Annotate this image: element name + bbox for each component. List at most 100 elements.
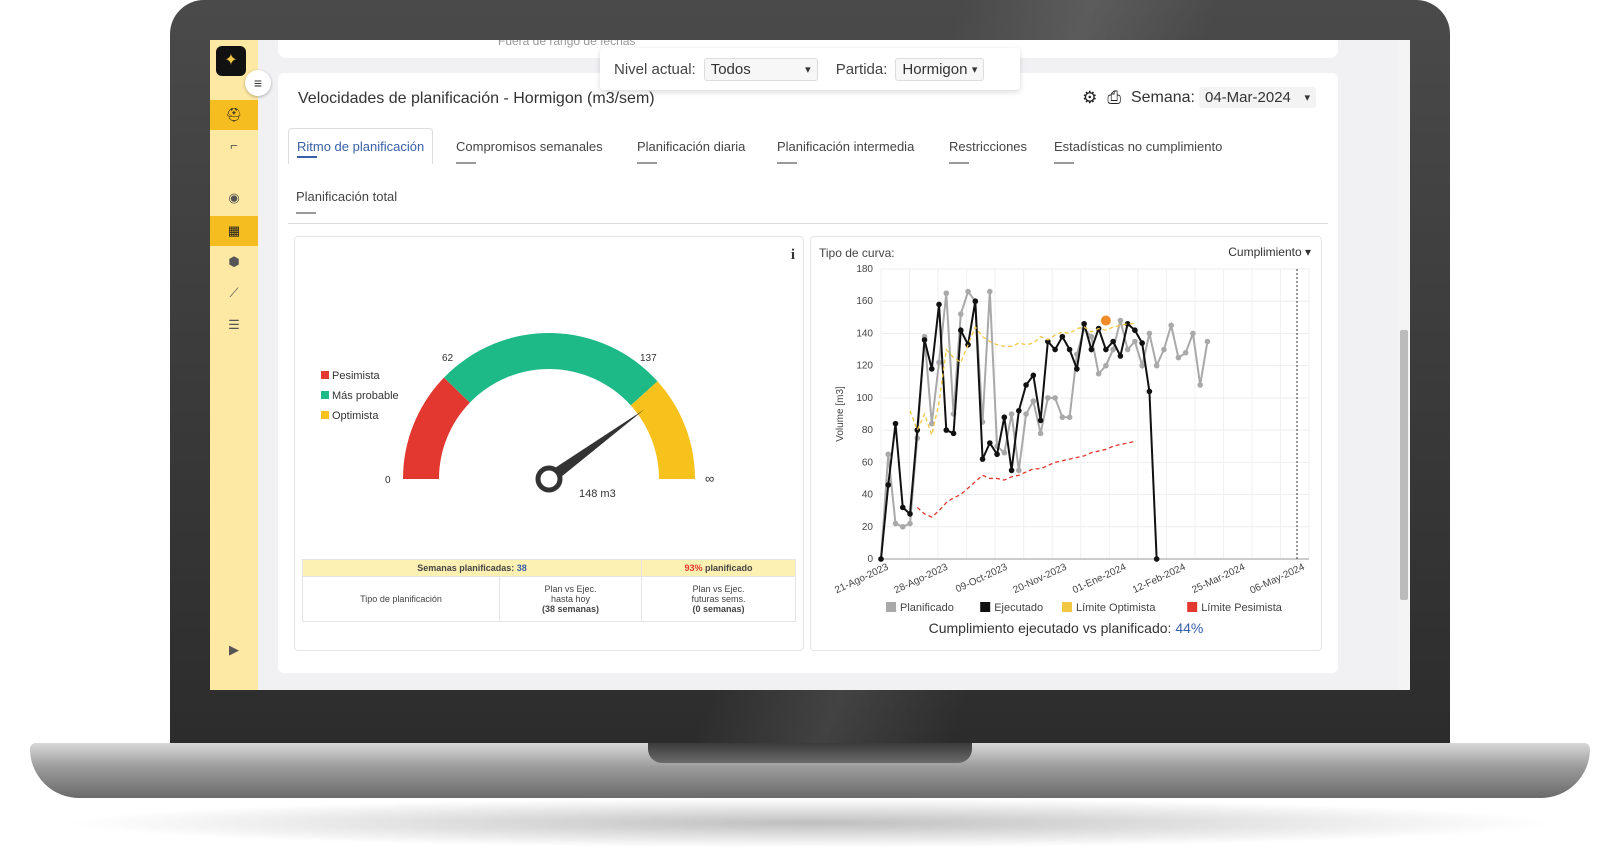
y-tick-label: 160 — [856, 296, 873, 307]
legend-label: Límite Pesimista — [1201, 602, 1283, 614]
series-point-1 — [885, 482, 892, 488]
series-point-1 — [1016, 407, 1022, 414]
gauge-tick-high: 137 — [640, 353, 657, 364]
tab-intermedia[interactable]: Planificación intermedia — [777, 139, 914, 164]
series-point-0 — [885, 451, 892, 458]
col1-cell: Plan vs Ejec. hasta hoy (38 semanas) — [499, 576, 642, 622]
filter-popover: Nivel actual: Todos ▾ Partida: Hormigon ▾ — [600, 48, 1020, 90]
col2-l1: Plan vs Ejec. — [692, 584, 745, 594]
tab-estadisticas[interactable]: Estadísticas no cumplimiento — [1054, 139, 1223, 164]
chevron-down-icon: ▾ — [805, 63, 811, 76]
gauge-tick-low: 62 — [442, 353, 454, 364]
cube-icon[interactable]: ⬢ — [210, 247, 258, 277]
series-point-0 — [1124, 346, 1131, 353]
chart-icon[interactable]: ⟋ — [210, 278, 258, 308]
series-point-1 — [1139, 340, 1145, 346]
series-point-0 — [943, 290, 950, 296]
printer-icon[interactable]: ⎙ — [1107, 88, 1121, 108]
play-icon[interactable]: ▶ — [210, 635, 258, 665]
series-point-1 — [1153, 556, 1160, 562]
series-point-0 — [1016, 467, 1022, 474]
app-logo-icon[interactable]: ✦ — [216, 46, 246, 76]
gauge-panel: i Pesimista Más probable Optimista 0 62 … — [294, 236, 804, 651]
tab-underline — [297, 156, 317, 158]
legend-swatch — [886, 602, 896, 612]
list-check-icon[interactable]: ☰ — [210, 310, 258, 340]
series-point-0 — [1008, 411, 1015, 417]
eye-icon[interactable]: ◉ — [210, 183, 258, 213]
x-tick-label: 28-Ago-2023 — [893, 562, 950, 597]
cumplimiento-label: Cumplimiento ejecutado vs planificado: — [928, 620, 1172, 636]
tab-bar: Ritmo de planificación Compromisos seman… — [288, 128, 1328, 224]
tab-diaria[interactable]: Planificación diaria — [637, 139, 746, 164]
nivel-select[interactable]: Todos ▾ — [703, 57, 818, 81]
sidebar: ✦ ⛑ ⌐ ◉ ▦ ⬢ ⟋ ☰ ▶ — [210, 40, 258, 690]
series-line-3 — [916, 440, 1136, 518]
series-point-1 — [943, 427, 950, 433]
series-point-0 — [1153, 362, 1160, 369]
chart-panel: Tipo de curva: Cumplimiento ▾ 0 20 40 60 80 1… — [810, 236, 1322, 651]
partida-select[interactable]: Hormigon ▾ — [895, 57, 985, 81]
series-point-0 — [936, 359, 942, 366]
series-point-1 — [1081, 320, 1087, 327]
row-label: Tipo de planificación — [302, 576, 500, 622]
legend-swatch — [1187, 602, 1198, 612]
tab-label: Planificación diaria — [637, 139, 746, 154]
col1-l1: Plan vs Ejec. — [544, 584, 597, 594]
tab-label: Estadísticas no cumplimiento — [1054, 139, 1223, 154]
col2-l3: (0 semanas) — [692, 604, 745, 614]
tab-label: Restricciones — [949, 139, 1028, 154]
semana-select[interactable]: 04-Mar-2024 ▾ — [1199, 87, 1316, 108]
legend-swatch — [980, 602, 991, 612]
series-point-1 — [878, 556, 884, 562]
y-tick-label: 60 — [862, 457, 874, 468]
col1-l3: (38 semanas) — [541, 604, 600, 614]
series-point-1 — [907, 511, 913, 517]
scroll-thumb[interactable] — [1400, 330, 1408, 600]
y-tick-label: 120 — [856, 361, 873, 372]
series-point-0 — [1088, 333, 1095, 340]
series-point-0 — [1190, 330, 1196, 337]
y-tick-label: 40 — [862, 490, 874, 501]
series-point-1 — [1066, 346, 1073, 353]
menu-toggle-button[interactable]: ≡ — [245, 70, 271, 96]
gauge-tick-min: 0 — [385, 475, 391, 486]
chart-footer: Cumplimiento ejecutado vs planificado: 4… — [811, 620, 1321, 636]
series-point-0 — [1066, 414, 1073, 421]
tab-ritmo[interactable]: Ritmo de planificación — [288, 128, 434, 164]
series-point-1 — [979, 456, 986, 462]
page-title: Velocidades de planificación - Hormigon … — [298, 90, 655, 107]
scrollbar[interactable] — [1398, 40, 1410, 690]
semana-value: 04-Mar-2024 — [1205, 89, 1291, 106]
legend-label: Límite Optimista — [1076, 602, 1156, 614]
gear-icon[interactable]: ⚙ — [1082, 88, 1097, 108]
paint-roller-icon[interactable]: ⌐ — [210, 130, 258, 160]
series-point-1 — [972, 298, 979, 305]
table-icon[interactable]: ▦ — [210, 216, 258, 246]
pct-value: 93% — [684, 563, 703, 573]
legend-swatch-optimista — [321, 411, 329, 419]
pct-cell: 93% planificado — [641, 559, 796, 577]
tab-compromisos[interactable]: Compromisos semanales — [456, 139, 603, 164]
col1-l2: hasta hoy — [550, 594, 591, 604]
col2-l2: futuras sems. — [691, 594, 746, 604]
semanas-value: 38 — [516, 563, 527, 573]
series-point-0 — [892, 520, 899, 527]
nivel-value: Todos — [710, 60, 751, 78]
series-point-1 — [1059, 333, 1066, 340]
series-point-1 — [987, 440, 993, 446]
series-point-1 — [994, 451, 1000, 458]
series-point-0 — [1168, 322, 1174, 329]
series-point-0 — [1103, 362, 1109, 369]
legend-swatch-pesimista — [321, 371, 329, 379]
x-tick-label: 21-Ago-2023 — [833, 562, 890, 597]
y-tick-label: 80 — [862, 425, 874, 436]
series-point-0 — [1045, 395, 1051, 401]
helmet-icon[interactable]: ⛑ — [210, 100, 258, 130]
tab-restricciones[interactable]: Restricciones — [949, 139, 1028, 164]
nivel-label: Nivel actual: — [614, 60, 696, 78]
series-point-1 — [1008, 467, 1015, 474]
tab-total[interactable]: Planificación total — [296, 189, 397, 214]
series-point-1 — [1001, 414, 1008, 421]
series-point-1 — [1037, 417, 1044, 424]
